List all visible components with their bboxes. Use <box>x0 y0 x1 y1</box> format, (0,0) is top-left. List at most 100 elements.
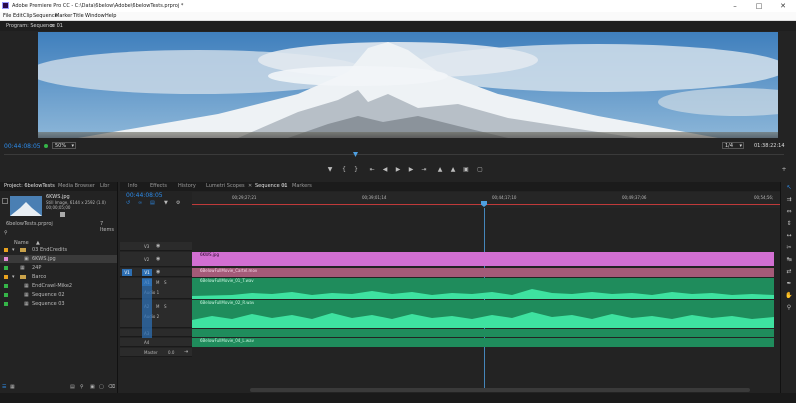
panel-menu-icon[interactable]: ≡ <box>282 182 286 191</box>
timeline-scrollbar[interactable] <box>250 388 750 392</box>
list-item[interactable]: ▣ 6KWS.jpg <box>0 255 117 263</box>
track-header-a4[interactable]: A4 <box>120 338 192 347</box>
lift-icon[interactable]: ▲ <box>436 166 444 174</box>
track-header-v1[interactable]: V1 V1 ◉ <box>120 268 192 277</box>
playhead-icon[interactable] <box>481 201 487 207</box>
timeline-timecode[interactable]: 00:44:08:05 <box>126 192 163 199</box>
menu-window[interactable]: Window <box>85 12 105 21</box>
hand-tool-icon[interactable]: ✋ <box>785 292 793 300</box>
close-button[interactable]: ✕ <box>772 0 794 12</box>
source-patch-v1[interactable]: V1 <box>122 269 132 276</box>
go-to-out-icon[interactable]: ⇥ <box>420 166 428 174</box>
pen-tool-icon[interactable]: ✒ <box>785 280 793 288</box>
disclosure-icon[interactable]: ▾ <box>12 246 15 254</box>
menu-clip[interactable]: Clip <box>23 12 32 21</box>
master-volume[interactable]: 0.0 <box>168 350 174 355</box>
find-icon[interactable]: ⚲ <box>80 384 84 390</box>
track-header-master[interactable]: Master 0.0 ⇥ <box>120 348 192 357</box>
eye-icon[interactable]: ◉ <box>156 243 160 249</box>
list-item[interactable]: ▾ Barco <box>0 273 117 281</box>
automate-sequence-icon[interactable]: ▤ <box>70 384 75 390</box>
eye-icon[interactable]: ◉ <box>156 269 160 275</box>
panel-menu-icon[interactable]: ≡ <box>50 21 54 31</box>
solo-button[interactable]: S <box>164 280 167 285</box>
mute-button[interactable]: M <box>156 280 159 285</box>
list-view-icon[interactable]: ☰ <box>2 384 6 390</box>
step-forward-icon[interactable]: ▶ <box>407 166 415 174</box>
time-ruler[interactable]: 00;29;27;21 00;39;01;14 00;44;17;10 00;4… <box>192 192 780 208</box>
tab-effects[interactable]: Effects <box>150 182 167 191</box>
mute-button[interactable]: M <box>156 304 159 309</box>
rate-stretch-tool-icon[interactable]: ↔ <box>785 232 793 240</box>
extract-icon[interactable]: ▲ <box>449 166 457 174</box>
ripple-edit-tool-icon[interactable]: ⇔ <box>785 208 793 216</box>
play-icon[interactable]: ▶ <box>394 166 402 174</box>
tab-program-monitor[interactable]: Program: Sequence 01 <box>6 21 63 31</box>
track-header-a2[interactable]: A2 M S Audio 2 <box>120 300 192 328</box>
track-header-a1[interactable]: A1 M S Audio 1 <box>120 278 192 299</box>
program-timecode[interactable]: 00:44:08:05 <box>4 143 41 150</box>
new-item-icon[interactable]: ▢ <box>99 384 104 390</box>
nest-icon[interactable]: ▤ <box>150 200 155 206</box>
solo-button[interactable]: S <box>164 304 167 309</box>
new-bin-icon[interactable]: ▣ <box>90 384 95 390</box>
rolling-edit-tool-icon[interactable]: ⇕ <box>785 220 793 228</box>
list-item[interactable]: ▦ Sequence 03 <box>0 300 117 308</box>
trash-icon[interactable]: ⌫ <box>108 384 115 390</box>
tab-close-icon[interactable]: ✕ <box>248 182 252 191</box>
slip-tool-icon[interactable]: ↹ <box>785 256 793 264</box>
search-icon[interactable]: ⚲ <box>4 230 8 236</box>
clip-a2[interactable]: 6BelowFullMovie_02_R.wav <box>192 300 774 328</box>
go-to-in-icon[interactable]: ⇤ <box>368 166 376 174</box>
clip-a3[interactable] <box>192 329 774 337</box>
linked-selection-icon[interactable]: ∞ <box>138 200 142 206</box>
maximize-button[interactable]: □ <box>748 0 770 12</box>
list-item[interactable]: ▾ 03 EndCredits <box>0 246 117 254</box>
track-header-v3[interactable]: V3 ◉ <box>120 242 192 251</box>
clip-a1[interactable]: 6BelowFullMovie_01_T.wav <box>192 278 774 299</box>
minimize-button[interactable]: – <box>724 0 746 12</box>
poster-frame-icon[interactable] <box>2 198 8 204</box>
tab-project[interactable]: Project: 6belowTests <box>4 182 55 191</box>
menu-file[interactable]: File <box>3 12 11 21</box>
tab-info[interactable]: Info <box>128 182 137 191</box>
step-back-icon[interactable]: ◀ <box>381 166 389 174</box>
tab-history[interactable]: History <box>178 182 196 191</box>
disclosure-icon[interactable]: ▾ <box>12 273 15 281</box>
razor-tool-icon[interactable]: ✂ <box>785 244 793 252</box>
clip-v2[interactable]: 6KWS.jpg <box>192 252 774 266</box>
snap-icon[interactable]: ↺ <box>126 200 130 206</box>
program-scrubber[interactable] <box>4 154 784 155</box>
track-header-v2[interactable]: V2 ◉ <box>120 252 192 267</box>
comparison-view-icon[interactable]: ▢ <box>476 166 484 174</box>
list-item[interactable]: ▦ 24P <box>0 264 117 272</box>
go-to-end-icon[interactable]: ⇥ <box>184 349 188 355</box>
menu-sequence[interactable]: Sequence <box>33 12 58 21</box>
track-select-tool-icon[interactable]: ⇉ <box>785 196 793 204</box>
mark-in-icon[interactable]: { <box>340 166 348 174</box>
track-header-a3[interactable]: A3 <box>120 329 192 337</box>
clip-a4[interactable]: 6BelowFullMovie_04_L.wav <box>192 338 774 347</box>
menu-title[interactable]: Title <box>73 12 84 21</box>
tab-markers[interactable]: Markers <box>292 182 312 191</box>
list-item[interactable]: ▦ EndCrawl-Mike2 <box>0 282 117 290</box>
track-target-v1[interactable]: V1 <box>142 269 152 276</box>
zoom-tool-icon[interactable]: ⚲ <box>785 304 793 312</box>
export-frame-icon[interactable]: ▣ <box>462 166 470 174</box>
zoom-dropdown[interactable]: 50% ▾ <box>52 142 76 149</box>
tab-media-browser[interactable]: Media Browser <box>58 182 95 191</box>
slide-tool-icon[interactable]: ⇄ <box>785 268 793 276</box>
clip-v1[interactable]: 6BelowFullMovie_Cartel.mov <box>192 268 774 277</box>
wrench-icon[interactable]: ⚙ <box>176 200 180 206</box>
menu-marker[interactable]: Marker <box>55 12 72 21</box>
resolution-dropdown[interactable]: 1/4 ▾ <box>722 142 744 149</box>
add-marker-icon[interactable]: ▼ <box>164 200 168 206</box>
eye-icon[interactable]: ◉ <box>156 256 160 262</box>
list-item[interactable]: ▦ Sequence 02 <box>0 291 117 299</box>
clip-thumbnail[interactable] <box>10 196 42 216</box>
selection-tool-icon[interactable]: ↖ <box>785 184 793 192</box>
tab-lumetri-scopes[interactable]: Lumetri Scopes <box>206 182 245 191</box>
mark-out-icon[interactable]: } <box>352 166 360 174</box>
menu-help[interactable]: Help <box>105 12 116 21</box>
tab-libraries[interactable]: Libr <box>100 182 109 191</box>
